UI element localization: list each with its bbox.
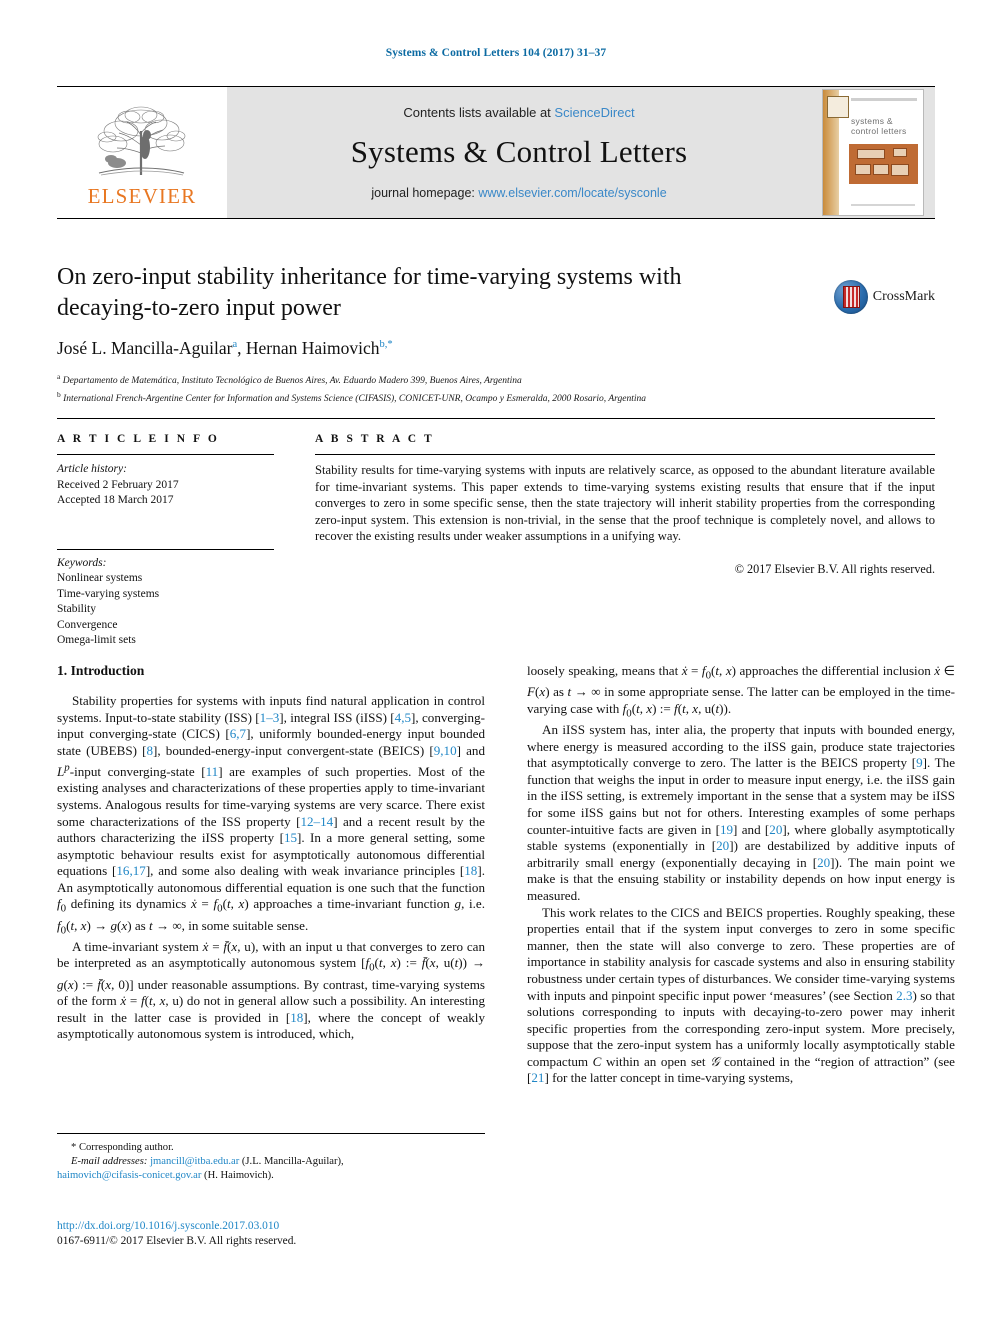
abstract-column: A B S T R A C T Stability results for ti… [294,433,935,649]
section-heading-introduction: 1. Introduction [57,663,145,678]
elsevier-tree-icon [97,106,186,175]
author-affil-mark-1: a [232,339,238,351]
abstract-rule [315,454,935,455]
journal-homepage-line: journal homepage: www.elsevier.com/locat… [371,186,666,200]
masthead-center: Contents lists available at ScienceDirec… [227,87,811,218]
article-info-column: A R T I C L E I N F O Article history: R… [57,433,294,649]
abstract-copyright: © 2017 Elsevier B.V. All rights reserved… [734,561,935,576]
affiliation-b: b International French-Argentine Center … [57,388,935,406]
body-paragraph: Stability properties for systems with in… [57,693,485,937]
crossmark-badge[interactable]: CrossMark [833,280,935,314]
cover-block-diagram [849,144,918,184]
body-paragraph: This work relates to the CICS and BEICS … [527,904,955,1086]
keyword-item: Omega-limit sets [57,634,136,646]
author-name-2: Hernan Haimovich [245,338,380,358]
author-affil-mark-2: b,* [379,339,393,351]
email-owner-1: (J.L. Mancilla-Aguilar), [241,1156,344,1167]
publisher-logo: ELSEVIER [57,87,227,218]
email-owner-2: (H. Haimovich). [204,1170,274,1181]
email-line-2: haimovich@cifasis-conicet.gov.ar (H. Hai… [57,1169,485,1183]
author-name-1: José L. Mancilla-Aguilar [57,338,233,358]
body-columns: 1. Introduction Stability properties for… [57,663,955,1087]
email-addresses-label: E-mail addresses: [71,1156,148,1167]
affiliation-mark-b: b [57,390,61,400]
affiliation-a-text: Departamento de Matemática, Instituto Te… [62,376,522,387]
affiliation-a: a Departamento de Matemática, Instituto … [57,370,935,388]
page-title: On zero-input stability inheritance for … [57,264,682,321]
issn-copyright-line: 0167-6911/© 2017 Elsevier B.V. All right… [57,1235,297,1247]
footnote-block: * Corresponding author. E-mail addresses… [57,1133,485,1183]
homepage-prefix: journal homepage: [371,186,479,200]
keywords-label: Keywords: [57,556,107,569]
contents-prefix: Contents lists available at [403,105,555,120]
elsevier-wordmark: ELSEVIER [87,183,197,208]
paper-page: Systems & Control Letters 104 (2017) 31–… [0,0,992,1323]
doi-block: http://dx.doi.org/10.1016/j.sysconle.201… [57,1219,497,1249]
affiliation-b-text: International French-Argentine Center fo… [63,394,646,405]
cover-bottom-rule [851,204,915,206]
cover-title-line1: systems & [851,116,893,126]
author-list: José L. Mancilla-Aguilara, Hernan Haimov… [57,338,393,358]
cover-top-rule [851,98,917,101]
keyword-item: Nonlinear systems [57,572,143,584]
journal-title: Systems & Control Letters [350,134,688,169]
cover-title-line2: control letters [851,126,907,136]
email-link-1[interactable]: jmancill@itba.edu.ar [150,1156,239,1167]
cover-title: systems & control letters [851,116,918,136]
crossmark-icon [833,280,868,314]
body-paragraph: loosely speaking, means that ẋ = f0(t, x… [527,663,956,720]
keyword-item: Stability [57,603,96,615]
masthead-right: systems & control letters [811,87,935,218]
journal-cover-thumbnail: systems & control letters [822,89,924,216]
journal-homepage-link[interactable]: www.elsevier.com/locate/sysconle [478,186,666,200]
keyword-item: Time-varying systems [57,587,160,600]
cover-badge-icon [827,96,849,118]
body-paragraph: An iISS system has, inter alia, the prop… [527,722,956,903]
affiliation-list: a Departamento de Matemática, Instituto … [57,370,935,406]
running-head: Systems & Control Letters 104 (2017) 31–… [385,47,607,59]
contents-line: Contents lists available at ScienceDirec… [403,105,634,120]
body-column-left: 1. Introduction Stability properties for… [57,663,485,1087]
email-link-2[interactable]: haimovich@cifasis-conicet.gov.ar [57,1170,201,1181]
article-received-date: Received 2 February 2017 [57,478,179,491]
abstract-heading: A B S T R A C T [315,433,435,445]
article-info-heading: A R T I C L E I N F O [57,433,220,445]
title-block: On zero-input stability inheritance for … [57,262,935,406]
sciencedirect-link[interactable]: ScienceDirect [554,105,634,120]
affiliation-mark-a: a [57,372,61,381]
doi-link[interactable]: http://dx.doi.org/10.1016/j.sysconle.201… [57,1219,497,1234]
body-column-right: loosely speaking, means that ẋ = f0(t, x… [527,663,955,1087]
keywords-rule [57,548,274,550]
abstract-text: Stability results for time-varying syste… [315,463,935,544]
info-abstract-section: A R T I C L E I N F O Article history: R… [57,418,935,649]
article-info-rule [57,454,274,455]
corresponding-author-note: * Corresponding author. [71,1142,174,1153]
email-addresses-line: E-mail addresses: jmancill@itba.edu.ar (… [57,1155,485,1169]
body-paragraph: A time-invariant system ẋ = f̄(x, u), wi… [57,938,485,1042]
keywords-block: Keywords: Nonlinear systems Time-varying… [57,548,274,649]
article-history-label: Article history: [57,463,127,475]
crossmark-label: CrossMark [872,289,935,304]
journal-masthead: ELSEVIER Contents lists available at Sci… [57,86,935,219]
article-accepted-date: Accepted 18 March 2017 [57,494,174,506]
keyword-item: Convergence [57,618,118,631]
